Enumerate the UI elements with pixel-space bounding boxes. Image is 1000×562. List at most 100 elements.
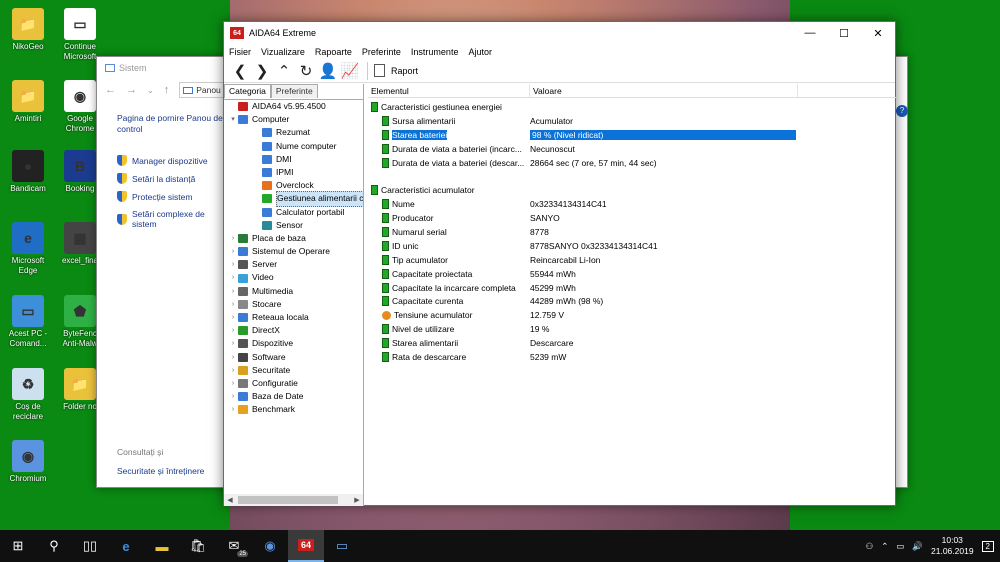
desktop-icon[interactable]: e Microsoft Edge (0, 222, 56, 276)
detail-row[interactable]: Durata de viata a bateriei (incarc... Nec… (368, 142, 896, 156)
tree-item[interactable]: IPMI (224, 166, 363, 179)
tree-item[interactable]: Nume computer (224, 140, 363, 153)
menu-reports[interactable]: Rapoarte (315, 47, 352, 57)
detail-row[interactable]: Tensiune acumulator 12.759 V (368, 308, 896, 322)
desktop-icon[interactable]: ▭ Continue Microsoft (52, 8, 108, 62)
detail-row[interactable]: Durata de viata a bateriei (descar... 286… (368, 156, 896, 170)
expand-icon[interactable]: › (228, 258, 238, 271)
horizontal-scrollbar[interactable]: ◀ ▶ (224, 494, 363, 506)
tree-item[interactable]: AIDA64 v5.95.4500 (224, 100, 363, 113)
detail-row[interactable]: Producator SANYO (368, 211, 896, 225)
security-maintenance-link[interactable]: Securitate și întreținere (117, 466, 204, 476)
tree-item[interactable]: Sensor (224, 219, 363, 232)
tree-item[interactable]: › Software (224, 351, 363, 364)
category-tree[interactable]: AIDA64 v5.95.4500 ▾ Computer Rezumat Nume co… (224, 99, 363, 492)
tree-item[interactable]: › Baza de Date (224, 390, 363, 403)
menu-view[interactable]: Vizualizare (261, 47, 305, 57)
system-window-icon[interactable]: ▭ (324, 530, 360, 562)
tree-item[interactable]: Rezumat (224, 126, 363, 139)
menu-file[interactable]: Fisier (229, 47, 251, 57)
detail-row[interactable]: Sursa alimentarii Acumulator (368, 114, 896, 128)
help-icon[interactable]: ? (896, 105, 908, 117)
detail-row[interactable]: Capacitate la incarcare completa 45299 mW… (368, 281, 896, 295)
aida64-taskbar-icon[interactable]: 64 (288, 530, 324, 562)
advanced-settings-link[interactable]: Setări complexe de sistem (117, 209, 227, 229)
minimize-icon[interactable]: — (793, 27, 827, 40)
chart-icon[interactable]: 📈 (339, 60, 361, 82)
forward-icon[interactable]: → (126, 84, 137, 96)
people-icon[interactable]: ⚇ (866, 541, 874, 552)
tree-item[interactable]: › DirectX (224, 324, 363, 337)
tree-item[interactable]: › Placa de baza (224, 232, 363, 245)
maximize-icon[interactable]: ☐ (827, 27, 861, 40)
collapse-icon[interactable]: ▾ (228, 113, 238, 126)
tree-item[interactable]: › Reteaua locala (224, 311, 363, 324)
expand-icon[interactable]: › (228, 324, 238, 337)
expand-icon[interactable]: › (228, 232, 238, 245)
network-icon[interactable]: ▭ (896, 541, 904, 552)
menu-help[interactable]: Ajutor (468, 47, 492, 57)
detail-row[interactable]: Starea bateriei 98 % (Nivel ridicat) (368, 128, 896, 142)
expand-icon[interactable]: › (228, 311, 238, 324)
search-icon[interactable]: ⚲ (36, 530, 72, 562)
expand-icon[interactable]: › (228, 285, 238, 298)
tree-item[interactable]: Calculator portabil (224, 206, 363, 219)
up-icon[interactable]: ↑ (164, 84, 170, 96)
detail-row[interactable]: Nivel de utilizare 19 % (368, 322, 896, 336)
start-windows-icon[interactable]: ⊞ (0, 530, 36, 562)
aida64-window[interactable]: 64 AIDA64 Extreme — ☐ ✕ Fisier Vizualiza… (223, 21, 896, 506)
tree-item[interactable]: Gestiunea alimentarii c (224, 191, 363, 207)
control-panel-home-link[interactable]: Pagina de pornire Panou de control (117, 113, 227, 135)
detail-row[interactable]: Capacitate curenta 44289 mWh (98 %) (368, 294, 896, 308)
tab-favorites[interactable]: Preferinte (270, 84, 318, 98)
tree-item[interactable]: › Securitate (224, 364, 363, 377)
expand-icon[interactable]: › (228, 245, 238, 258)
tree-item[interactable]: › Benchmark (224, 403, 363, 416)
expand-icon[interactable]: › (228, 390, 238, 403)
desktop-icon[interactable]: ● Bandicam (0, 150, 56, 194)
edge-icon[interactable]: e (108, 530, 144, 562)
system-protection-link[interactable]: Protecție sistem (117, 191, 227, 202)
back-icon[interactable]: ← (105, 84, 116, 96)
volume-icon[interactable]: 🔊 (912, 541, 923, 552)
expand-icon[interactable]: › (228, 337, 238, 350)
desktop-icon[interactable]: ♻ Coș de reciclare (0, 368, 56, 422)
up-icon[interactable]: ⌃ (273, 60, 295, 82)
tree-item[interactable]: › Sistemul de Operare (224, 245, 363, 258)
notifications-icon[interactable]: 2 (981, 540, 994, 552)
scroll-thumb[interactable] (238, 496, 338, 504)
back-icon[interactable]: ❮ (229, 60, 251, 82)
menu-favorites[interactable]: Preferinte (362, 47, 401, 57)
group-header-row[interactable]: Caracteristici acumulator (368, 183, 896, 197)
detail-row[interactable]: Nume 0x32334134314C41 (368, 197, 896, 211)
desktop-icon[interactable]: ◉ Chromium (0, 440, 56, 484)
detail-row[interactable]: Rata de descarcare 5239 mW (368, 350, 896, 364)
detail-row[interactable]: Tip acumulator Reincarcabil Li-Ion (368, 253, 896, 267)
report-button[interactable]: Raport (374, 64, 418, 77)
detail-row[interactable]: Numarul serial 8778 (368, 225, 896, 239)
tree-item[interactable]: DMI (224, 153, 363, 166)
store-icon[interactable]: 🛍 (180, 530, 216, 562)
column-value[interactable]: Valoare (530, 84, 798, 97)
tree-item[interactable]: › Configuratie (224, 377, 363, 390)
tree-item[interactable]: › Dispozitive (224, 337, 363, 350)
expand-icon[interactable]: › (228, 298, 238, 311)
tree-item[interactable]: › Stocare (224, 298, 363, 311)
close-icon[interactable]: ✕ (861, 27, 895, 40)
expand-icon[interactable]: › (228, 364, 238, 377)
chromium-icon[interactable]: ◉ (252, 530, 288, 562)
device-manager-link[interactable]: Manager dispozitive (117, 155, 227, 166)
expand-icon[interactable]: › (228, 403, 238, 416)
expand-icon[interactable]: › (228, 271, 238, 284)
menu-tools[interactable]: Instrumente (411, 47, 459, 57)
tree-item[interactable]: › Multimedia (224, 285, 363, 298)
detail-row[interactable]: Capacitate proiectata 55944 mWh (368, 267, 896, 281)
tab-category[interactable]: Categoria (224, 84, 271, 98)
expand-icon[interactable]: › (228, 351, 238, 364)
scroll-right-icon[interactable]: ▶ (351, 496, 363, 504)
forward-icon[interactable]: ❯ (251, 60, 273, 82)
user-icon[interactable]: 👤 (317, 60, 339, 82)
clock[interactable]: 10:03 21.06.2019 (931, 535, 974, 557)
desktop-icon[interactable]: 📁 NikoGeo (0, 8, 56, 52)
desktop-icon[interactable]: 📁 Amintiri (0, 80, 56, 124)
